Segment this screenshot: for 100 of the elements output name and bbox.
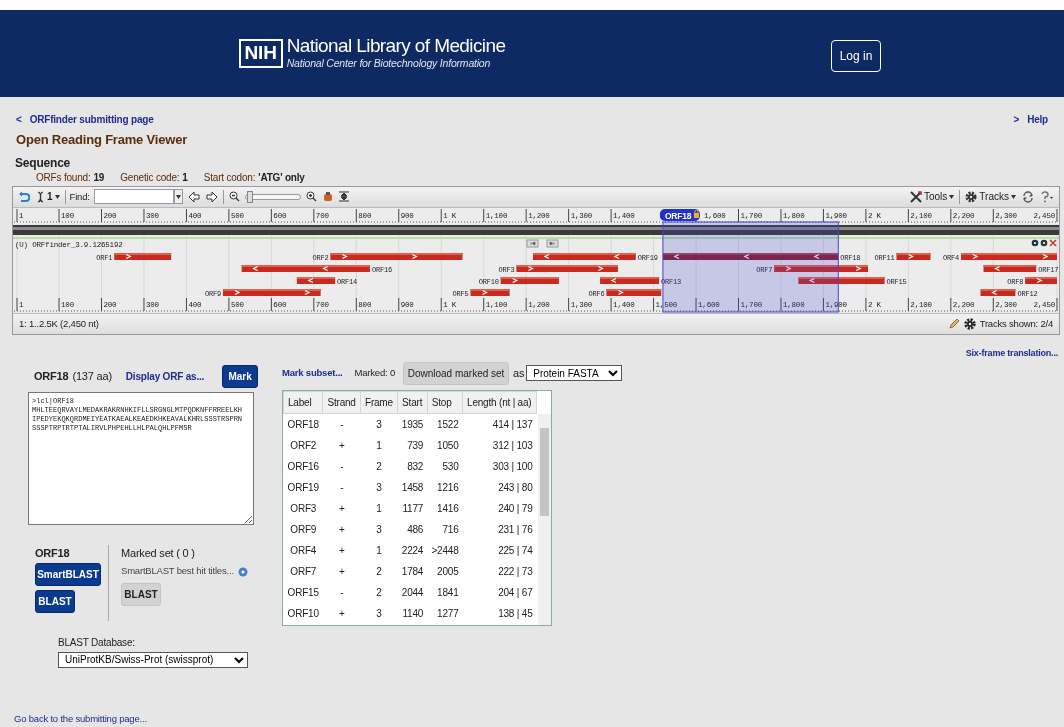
strand-icon	[36, 190, 45, 203]
back-link[interactable]: Go back to the submitting page...	[14, 712, 147, 724]
table-cell-text: 530	[441, 459, 460, 474]
column-header[interactable]: Label	[283, 391, 323, 414]
back-link[interactable]: ORFfinder submitting page	[29, 112, 154, 127]
six-frame-link[interactable]: Six-frame translation...	[965, 348, 1058, 358]
table-cell: 1522	[427, 413, 463, 435]
help-link[interactable]: Help	[1027, 112, 1048, 127]
orf-bar[interactable]	[662, 252, 839, 260]
orf-bar[interactable]	[600, 276, 660, 284]
refresh-icon[interactable]	[1021, 190, 1035, 203]
info-label: Genetic code:	[120, 172, 180, 183]
database-label: BLAST Database:	[58, 635, 136, 650]
blast-button[interactable]: BLAST	[35, 589, 75, 613]
nih-logo[interactable]: NIH	[238, 39, 283, 68]
marker-icon[interactable]	[321, 191, 334, 203]
zoom-in-icon[interactable]	[304, 191, 318, 203]
table-cell-text: 240 | 79	[497, 501, 534, 516]
tools-menu[interactable]: Tools	[909, 190, 956, 203]
orf-bar[interactable]	[896, 252, 931, 260]
table-cell-text: 2	[375, 585, 383, 600]
table-cell-text: 225 | 74	[497, 543, 534, 558]
table-cell-text: 2	[375, 459, 383, 474]
caret-icon	[54, 194, 60, 199]
orf-bar[interactable]	[114, 252, 172, 260]
close-icon[interactable]	[1049, 238, 1057, 247]
arrow-right-icon[interactable]	[204, 190, 219, 203]
orf-bar[interactable]	[330, 252, 463, 260]
table-cell-text: >2448	[430, 543, 460, 558]
table-cell-text: 2224	[400, 543, 425, 558]
strand-menu[interactable]: 1	[35, 190, 61, 203]
find-label: Find:	[69, 189, 90, 204]
table-cell-text: +	[337, 606, 346, 621]
dropdown-button[interactable]	[173, 189, 183, 205]
table-cell-text: ORF3	[289, 501, 318, 516]
selection-badge[interactable]: ORF18	[659, 208, 700, 221]
zoom-out-icon[interactable]	[227, 191, 241, 203]
mark-subset-link[interactable]: Mark subset...	[282, 365, 343, 381]
orf-bar[interactable]	[798, 276, 885, 284]
next-icon[interactable]	[546, 239, 559, 247]
orf-bar[interactable]	[606, 288, 662, 296]
undo-icon[interactable]	[17, 190, 31, 203]
help-chevron[interactable]: >	[1013, 112, 1020, 127]
tracks-shown[interactable]: Tracks shown: 2/4	[979, 316, 1053, 331]
login-button[interactable]: Log in	[831, 40, 881, 72]
orf-bar[interactable]	[241, 264, 370, 272]
site-subtitle: National Center for Biotechnology Information	[286, 56, 492, 71]
orf-bar[interactable]	[774, 264, 868, 272]
orf-bar[interactable]	[222, 288, 321, 296]
orf-bar[interactable]	[500, 276, 559, 284]
column-header[interactable]: Frame	[360, 391, 398, 414]
table-cell-text: ORF16	[286, 459, 320, 474]
arrow-left-icon[interactable]	[186, 190, 201, 203]
column-header[interactable]: Stop	[427, 391, 463, 414]
table-cell: 414 | 137	[462, 413, 537, 435]
database-select[interactable]: UniProtKB/Swiss-Prot (swissprot)	[58, 651, 248, 668]
mark-button[interactable]: Mark	[222, 364, 259, 388]
table-cell-text: +	[337, 564, 346, 579]
format-select[interactable]: Protein FASTA	[526, 365, 623, 381]
slider-thumb[interactable]	[247, 190, 254, 203]
table-cell-text: 231 | 76	[497, 522, 534, 537]
info-icon[interactable]	[1031, 239, 1039, 246]
orf-bar[interactable]	[1025, 276, 1057, 284]
zoom-slider[interactable]	[244, 193, 301, 200]
help-menu-icon[interactable]	[1039, 190, 1055, 203]
table-cell-text: 222 | 73	[497, 564, 534, 579]
table-cell-text: 1	[375, 438, 383, 453]
tracks-menu[interactable]: Tracks	[964, 190, 1017, 203]
orf-bar[interactable]	[980, 288, 1016, 296]
display-link[interactable]: Display ORF as...	[125, 368, 205, 384]
page-title: Open Reading Frame Viewer	[16, 132, 188, 147]
orf-bar[interactable]	[532, 252, 636, 260]
previous-icon[interactable]	[526, 239, 539, 247]
column-header[interactable]: Strand	[322, 391, 361, 414]
caret-icon	[1011, 194, 1016, 199]
orf-bar[interactable]	[983, 264, 1037, 272]
column-header[interactable]: Length (nt | aa)	[462, 391, 537, 414]
pencil-icon[interactable]	[947, 317, 960, 330]
as-label: as	[513, 365, 525, 381]
table-cell-text: ORF9	[289, 522, 318, 537]
info-label: Start codon:	[203, 172, 256, 183]
orf-bar[interactable]	[296, 276, 336, 284]
table-cell-text: ORF10	[286, 606, 320, 621]
help-icon[interactable]	[237, 566, 248, 577]
orf-bar[interactable]	[470, 288, 510, 296]
table-cell-text: 486	[406, 522, 425, 537]
orf-bar[interactable]	[516, 264, 618, 272]
back-chevron[interactable]: <	[16, 112, 22, 127]
scrollbar[interactable]	[538, 414, 551, 625]
find-field[interactable]	[93, 189, 174, 205]
table-cell-text: 716	[441, 522, 460, 537]
table-cell-text: 3	[375, 606, 383, 621]
orf-bar[interactable]	[961, 252, 1057, 260]
column-header[interactable]: Start	[397, 391, 428, 414]
table-cell-text: 1050	[436, 438, 460, 453]
smartblast-button[interactable]: SmartBLAST	[35, 562, 101, 586]
settings-icon[interactable]	[963, 317, 976, 330]
fit-icon[interactable]	[337, 191, 350, 203]
info-value: 'ATG' only	[258, 172, 305, 183]
settings-icon[interactable]	[1040, 239, 1048, 246]
